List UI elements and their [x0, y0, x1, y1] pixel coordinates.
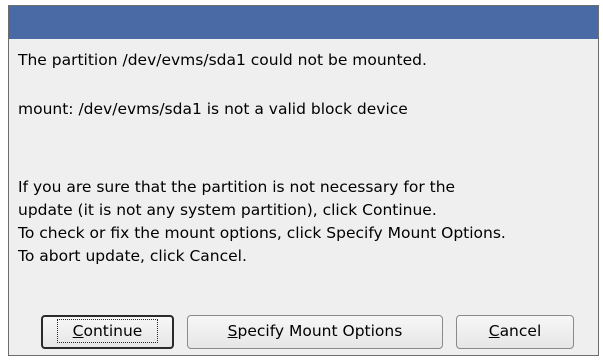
message-line-mount-error: mount: /dev/evms/sda1 is not a valid blo… — [18, 100, 408, 118]
specify-mount-options-button[interactable]: Specify Mount Options — [187, 315, 443, 349]
specify-mnemonic: S — [227, 322, 238, 340]
continue-focus-ring: Continue — [56, 319, 159, 343]
message-line-click-continue: update (it is not any system partition),… — [18, 201, 437, 219]
continue-mnemonic: C — [72, 322, 84, 340]
specify-label: pecify Mount Options — [237, 322, 403, 340]
cancel-label: ancel — [499, 322, 542, 340]
cancel-button[interactable]: Cancel — [456, 315, 574, 349]
message-line-partition-not-mounted: The partition /dev/evms/sda1 could not b… — [18, 51, 427, 69]
dialog-message: The partition /dev/evms/sda1 could not b… — [18, 49, 590, 268]
continue-button[interactable]: Continue — [41, 315, 174, 349]
continue-label: ontinue — [83, 322, 143, 340]
cancel-mnemonic: C — [488, 322, 500, 340]
mount-error-dialog: The partition /dev/evms/sda1 could not b… — [8, 5, 599, 356]
message-line-if-sure: If you are sure that the partition is no… — [18, 178, 456, 196]
dialog-title-bar[interactable] — [9, 6, 598, 39]
message-line-check-options: To check or fix the mount options, click… — [18, 224, 506, 242]
message-line-abort: To abort update, click Cancel. — [18, 247, 247, 265]
